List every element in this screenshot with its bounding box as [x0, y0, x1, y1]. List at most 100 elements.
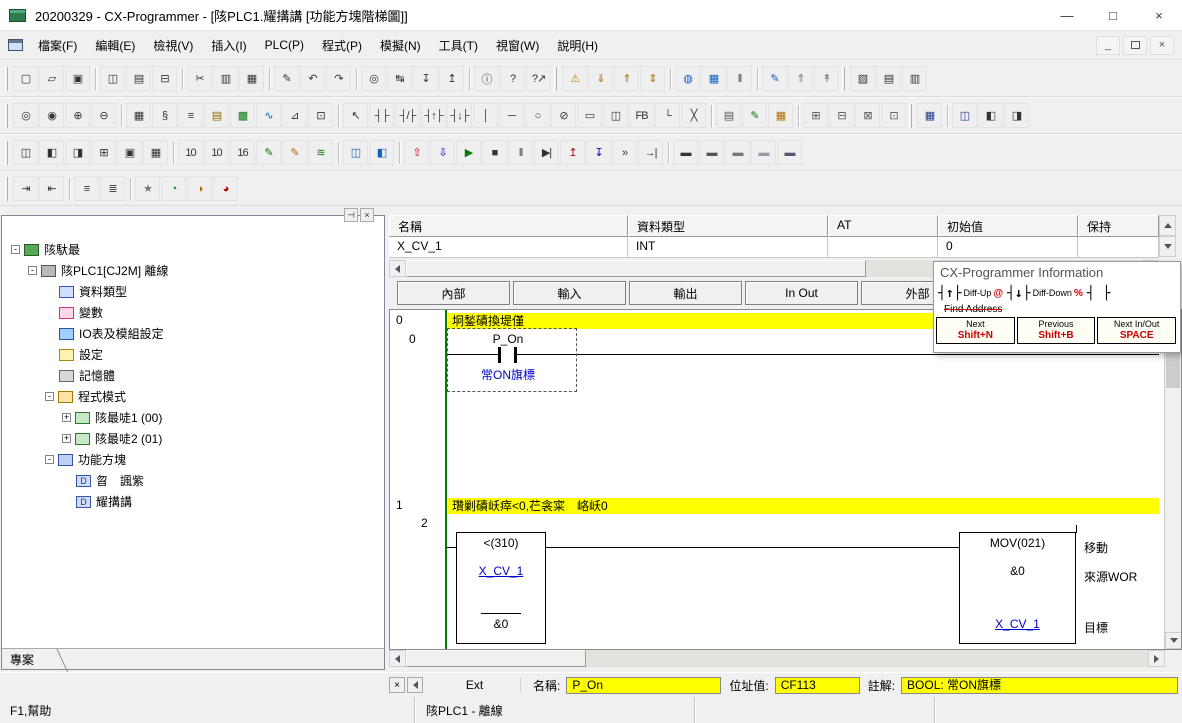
- block-4-button[interactable]: ▬: [751, 140, 776, 165]
- column-header-4[interactable]: 保持: [1078, 215, 1159, 237]
- run-button[interactable]: ▶: [456, 140, 481, 165]
- monitor-signed-decimal-button[interactable]: 10: [204, 140, 229, 165]
- tree-item-12[interactable]: D耀搆講: [3, 491, 383, 512]
- compile-button[interactable]: ⚠: [562, 66, 587, 91]
- window-b-button[interactable]: ◧: [978, 103, 1003, 128]
- tree-item-2[interactable]: 資料類型: [3, 281, 383, 302]
- zoom-in-button[interactable]: ⊕: [65, 103, 90, 128]
- diff-down-monitor-button[interactable]: ↧: [586, 140, 611, 165]
- view-2-button[interactable]: ◧: [39, 140, 64, 165]
- toolbar-grip[interactable]: [5, 177, 8, 201]
- context-help-button[interactable]: ?↗: [526, 66, 551, 91]
- mdi-restore-button[interactable]: [1123, 36, 1147, 55]
- delete-connector-button[interactable]: ╳: [681, 103, 706, 128]
- ladder-scroll-right-button[interactable]: [1148, 650, 1165, 667]
- help-button[interactable]: ?: [500, 66, 525, 91]
- cell-retain[interactable]: [1078, 237, 1159, 258]
- tree-item-3[interactable]: 變數: [3, 302, 383, 323]
- open-button[interactable]: ▱: [39, 66, 64, 91]
- change-view-button[interactable]: ◫: [100, 66, 125, 91]
- scroll-up-button[interactable]: [1159, 215, 1176, 236]
- compare-block[interactable]: <(310) X_CV_1 &0: [456, 532, 546, 644]
- menu-item-4[interactable]: PLC(P): [256, 31, 313, 59]
- tree-item-5[interactable]: 設定: [3, 344, 383, 365]
- window-a-button[interactable]: ◫: [952, 103, 977, 128]
- ladder-vscroll[interactable]: [1164, 310, 1181, 649]
- new-button[interactable]: ▢: [13, 66, 38, 91]
- memory-view-button[interactable]: ▩: [230, 103, 255, 128]
- tree-item-4[interactable]: IO表及模組設定: [3, 323, 383, 344]
- hscroll-thumb[interactable]: [406, 260, 866, 277]
- usage-3-button[interactable]: ◕: [213, 176, 238, 201]
- monitor-hex-button[interactable]: 16: [230, 140, 255, 165]
- coil-button[interactable]: ○: [525, 103, 550, 128]
- column-header-3[interactable]: 初始值: [938, 215, 1078, 237]
- monitor-decimal-button[interactable]: 10: [178, 140, 203, 165]
- force-on-button[interactable]: ⇧: [404, 140, 429, 165]
- step-run-button[interactable]: ▶|: [534, 140, 559, 165]
- symbol-tab-2[interactable]: 輸出: [629, 281, 742, 305]
- memory-2-button[interactable]: ⊟: [829, 103, 854, 128]
- outdent-button[interactable]: ⇤: [39, 176, 64, 201]
- expand-icon[interactable]: +: [62, 413, 71, 422]
- rung-list-button[interactable]: ≡: [74, 176, 99, 201]
- pou-window-button[interactable]: ▦: [917, 103, 942, 128]
- contact-nc-button[interactable]: ┤/├: [395, 103, 420, 128]
- zoom-area-button[interactable]: ◉: [39, 103, 64, 128]
- collapse-icon[interactable]: -: [11, 245, 20, 254]
- menu-item-1[interactable]: 編輯(E): [86, 31, 144, 59]
- ladder-scroll-down-button[interactable]: [1165, 632, 1182, 649]
- block-2-button[interactable]: ▬: [699, 140, 724, 165]
- show-grid-button[interactable]: ▦: [126, 103, 151, 128]
- ladder-scroll-left-button[interactable]: [389, 650, 406, 667]
- column-header-0[interactable]: 名稱: [389, 215, 628, 237]
- tile-vertical-button[interactable]: ▥: [902, 66, 927, 91]
- undo-button[interactable]: ↶: [300, 66, 325, 91]
- ladder-hscroll-thumb[interactable]: [406, 650, 586, 667]
- contact-down-button[interactable]: ┤↓├: [447, 103, 472, 128]
- menu-item-0[interactable]: 檔案(F): [29, 31, 86, 59]
- force-off-button[interactable]: ⇩: [430, 140, 455, 165]
- rung-1-comment[interactable]: 瓚剿磧岆瘁<0,芢衾寀 峈岆0: [448, 498, 1159, 514]
- contact-up-button[interactable]: ┤↑├: [421, 103, 446, 128]
- rung-list-2-button[interactable]: ≣: [100, 176, 125, 201]
- view-1-button[interactable]: ◫: [13, 140, 38, 165]
- menu-item-8[interactable]: 視窗(W): [487, 31, 548, 59]
- show-comments-button[interactable]: §: [152, 103, 177, 128]
- close-pane-button[interactable]: ×: [360, 208, 374, 222]
- ct-view-button[interactable]: ⊡: [308, 103, 333, 128]
- menu-item-9[interactable]: 說明(H): [548, 31, 607, 59]
- toolbar-grip[interactable]: [5, 104, 8, 128]
- transfer-from-plc-button[interactable]: ⇑: [614, 66, 639, 91]
- watch-window-2-button[interactable]: ◧: [369, 140, 394, 165]
- fb-update-button[interactable]: ▤: [716, 103, 741, 128]
- tree-item-6[interactable]: 記憶體: [3, 365, 383, 386]
- save-button[interactable]: ▣: [65, 66, 90, 91]
- tree-item-8[interactable]: +陔最唗1 (00): [3, 407, 383, 428]
- instruction-diff-button[interactable]: ◫: [603, 103, 628, 128]
- cell-name[interactable]: X_CV_1: [389, 237, 628, 258]
- go-to-rung-button[interactable]: ★: [135, 176, 160, 201]
- online-edit-button[interactable]: ✎: [762, 66, 787, 91]
- ladder-hscroll[interactable]: [389, 650, 1165, 667]
- collapse-operand-bar-button[interactable]: [407, 677, 423, 693]
- go-to-end-button[interactable]: →|: [638, 140, 663, 165]
- connector-button[interactable]: └: [655, 103, 680, 128]
- menu-item-6[interactable]: 模擬(N): [371, 31, 430, 59]
- contact-no-button[interactable]: ┤├: [369, 103, 394, 128]
- collapse-icon[interactable]: -: [45, 455, 54, 464]
- close-button[interactable]: ×: [1136, 0, 1182, 30]
- toolbar-grip[interactable]: [842, 67, 845, 91]
- usage-1-button[interactable]: ◔: [161, 176, 186, 201]
- pause-button[interactable]: ‖: [508, 140, 533, 165]
- monitor-mode-button[interactable]: ▦: [701, 66, 726, 91]
- menu-item-7[interactable]: 工具(T): [430, 31, 487, 59]
- send-changes-button[interactable]: ⇑: [788, 66, 813, 91]
- memory-1-button[interactable]: ⊞: [803, 103, 828, 128]
- stop-button[interactable]: ■: [482, 140, 507, 165]
- watch-window-button[interactable]: ◫: [343, 140, 368, 165]
- block-1-button[interactable]: ▬: [673, 140, 698, 165]
- name-field[interactable]: P_On: [566, 677, 721, 694]
- memory-4-button[interactable]: ⊡: [881, 103, 906, 128]
- copy-button[interactable]: ▥: [213, 66, 238, 91]
